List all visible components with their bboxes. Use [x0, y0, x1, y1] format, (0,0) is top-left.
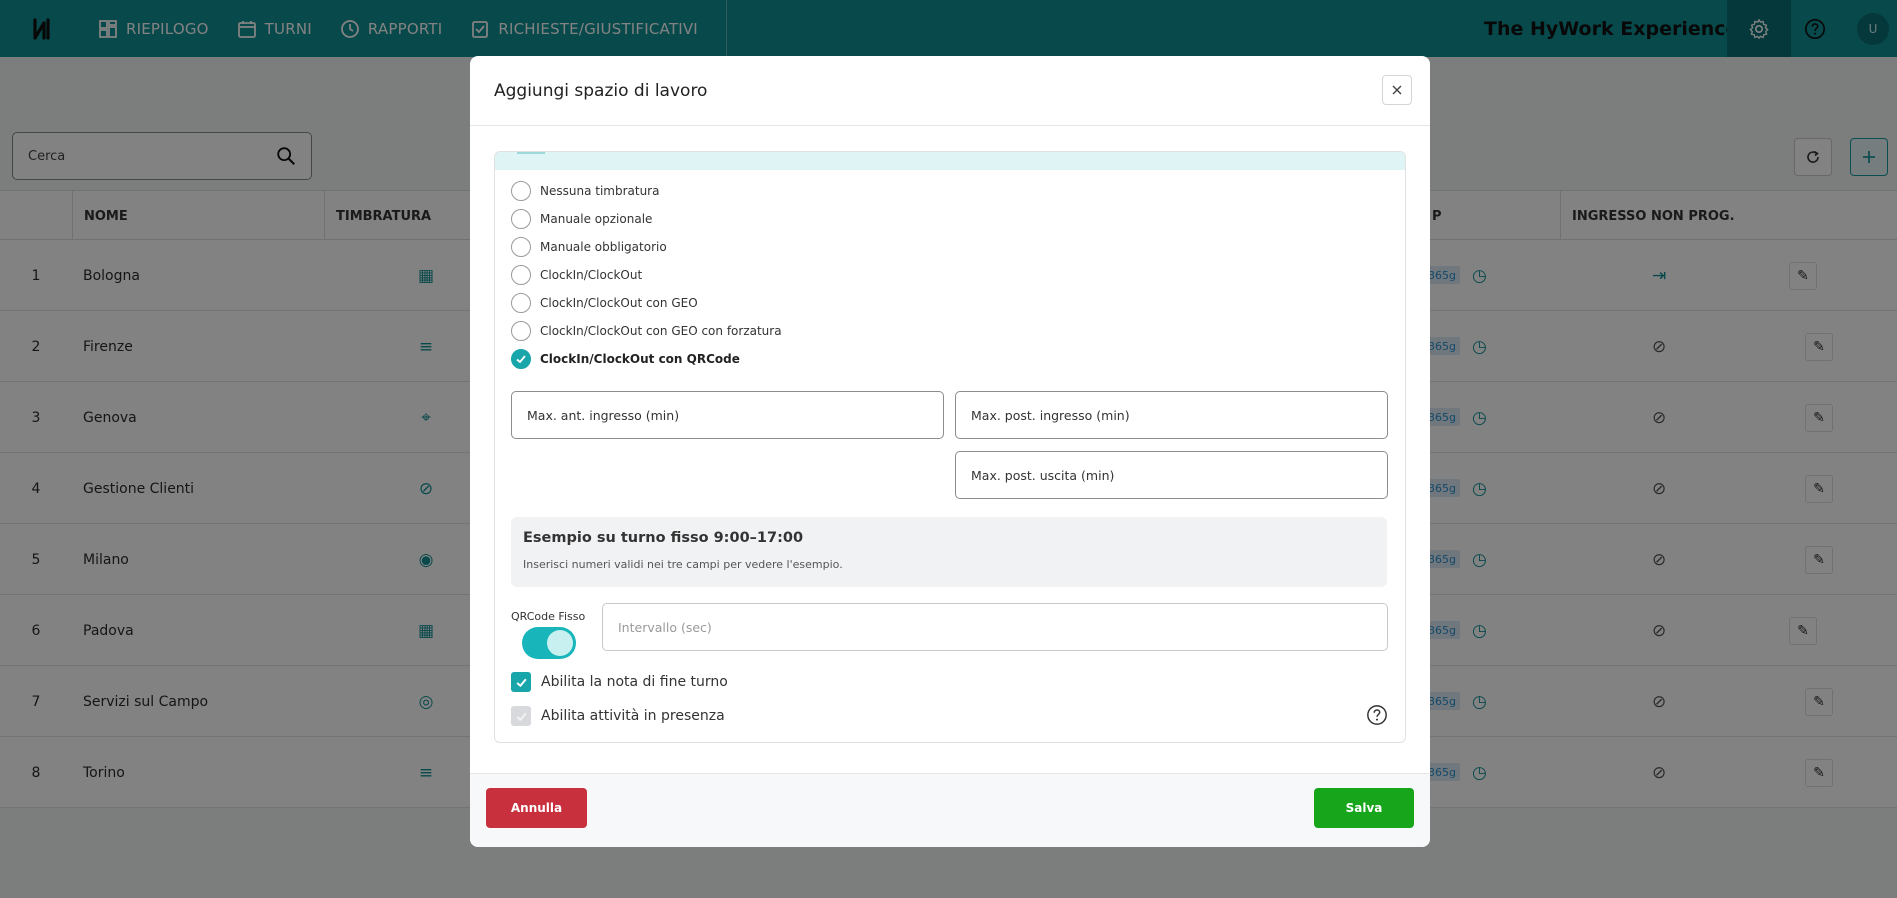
radio-label: Manuale opzionale: [540, 212, 653, 226]
modal-title: Aggiungi spazio di lavoro: [494, 80, 708, 101]
radio-button[interactable]: [511, 265, 531, 285]
modal-header: Aggiungi spazio di lavoro: [470, 56, 1430, 126]
check-icon: [516, 355, 526, 364]
radio-nessuna-timbratura[interactable]: Nessuna timbratura: [511, 181, 659, 201]
max-post-ingresso-field[interactable]: Max. post. ingresso (min): [955, 391, 1388, 439]
enable-onsite-activity-checkbox[interactable]: Abilita attività in presenza: [511, 706, 725, 726]
add-workspace-modal: Aggiungi spazio di lavoro Nessuna timbra…: [470, 56, 1430, 847]
radio-button-checked[interactable]: [511, 349, 531, 369]
radio-manuale-opzionale[interactable]: Manuale opzionale: [511, 209, 652, 229]
section-tab-marker: [517, 152, 545, 154]
example-subtitle: Inserisci numeri validi nei tre campi pe…: [523, 558, 843, 571]
interval-placeholder: Intervallo (sec): [618, 619, 712, 635]
field-label: Max. ant. ingresso (min): [527, 407, 680, 423]
close-button[interactable]: [1382, 75, 1412, 105]
radio-clockin-qrcode[interactable]: ClockIn/ClockOut con QRCode: [511, 349, 740, 369]
close-icon: [1392, 85, 1402, 95]
radio-label: ClockIn/ClockOut con GEO: [540, 296, 698, 310]
radio-clockin-geo-forzatura[interactable]: ClockIn/ClockOut con GEO con forzatura: [511, 321, 782, 341]
radio-clockin-geo[interactable]: ClockIn/ClockOut con GEO: [511, 293, 698, 313]
radio-manuale-obbligatorio[interactable]: Manuale obbligatorio: [511, 237, 667, 257]
radio-label: ClockIn/ClockOut: [540, 268, 643, 282]
radio-button[interactable]: [511, 209, 531, 229]
help-icon[interactable]: [1366, 704, 1388, 726]
max-post-uscita-field[interactable]: Max. post. uscita (min): [955, 451, 1388, 499]
interval-input[interactable]: Intervallo (sec): [602, 603, 1388, 651]
example-title: Esempio su turno fisso 9:00–17:00: [523, 530, 804, 546]
radio-button[interactable]: [511, 181, 531, 201]
radio-label: Nessuna timbratura: [540, 184, 660, 198]
field-label: Max. post. ingresso (min): [971, 407, 1130, 423]
enable-shift-note-checkbox[interactable]: Abilita la nota di fine turno: [511, 672, 728, 692]
checkbox-disabled[interactable]: [511, 706, 531, 726]
radio-label: ClockIn/ClockOut con QRCode: [540, 352, 740, 366]
field-label: Max. post. uscita (min): [971, 467, 1115, 483]
section-header-band: [495, 152, 1405, 170]
radio-button[interactable]: [511, 321, 531, 341]
radio-clockin-clockout[interactable]: ClockIn/ClockOut: [511, 265, 642, 285]
qrcode-fisso-label: QRCode Fisso: [511, 610, 586, 623]
cancel-button[interactable]: Annulla: [486, 788, 587, 828]
radio-label: Manuale obbligatorio: [540, 240, 667, 254]
qrcode-fisso-toggle[interactable]: [522, 627, 576, 659]
radio-button[interactable]: [511, 237, 531, 257]
check-icon: [516, 712, 527, 721]
check-icon: [516, 678, 527, 687]
example-box: Esempio su turno fisso 9:00–17:00 Inseri…: [511, 517, 1387, 587]
clocking-settings-panel: Nessuna timbratura Manuale opzionale Man…: [494, 151, 1406, 743]
max-ant-ingresso-field[interactable]: Max. ant. ingresso (min): [511, 391, 944, 439]
radio-label: ClockIn/ClockOut con GEO con forzatura: [540, 324, 782, 338]
checkbox-label: Abilita attività in presenza: [541, 708, 725, 724]
save-button[interactable]: Salva: [1314, 788, 1414, 828]
modal-footer: Annulla Salva: [470, 773, 1430, 847]
toggle-knob: [547, 630, 573, 656]
checkbox-checked[interactable]: [511, 672, 531, 692]
checkbox-label: Abilita la nota di fine turno: [541, 674, 728, 690]
radio-button[interactable]: [511, 293, 531, 313]
